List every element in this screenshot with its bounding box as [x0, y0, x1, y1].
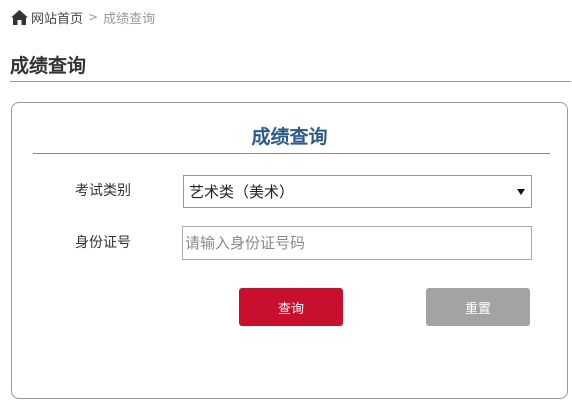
exam-type-selected-value: 艺术类（美术） [189, 183, 295, 201]
reset-button[interactable]: 重置 [426, 288, 530, 326]
exam-type-select[interactable]: 艺术类（美术） [183, 175, 532, 208]
breadcrumb-separator: > [88, 10, 99, 24]
page-title: 成绩查询 [10, 55, 87, 77]
query-button[interactable]: 查询 [239, 288, 343, 326]
breadcrumb-home-link[interactable]: 网站首页 [31, 8, 83, 27]
title-divider [10, 81, 571, 82]
score-query-panel: 成绩查询 考试类别 艺术类（美术） 身份证号 查询 重置 [11, 102, 568, 399]
id-number-label: 身份证号 [75, 235, 131, 251]
breadcrumb-current: 成绩查询 [103, 11, 156, 27]
id-number-input[interactable] [182, 226, 532, 260]
exam-type-label: 考试类别 [75, 183, 131, 199]
home-icon[interactable] [10, 9, 29, 26]
panel-divider [33, 153, 550, 154]
panel-title: 成绩查询 [251, 126, 328, 148]
breadcrumb: 网站首页 > 成绩查询 [10, 7, 155, 27]
dropdown-arrow-icon [517, 188, 525, 195]
